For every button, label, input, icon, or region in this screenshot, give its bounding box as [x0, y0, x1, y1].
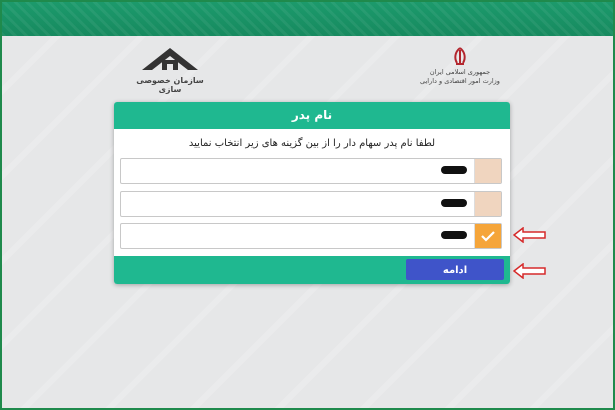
checkmark-icon	[481, 231, 495, 242]
org-name: سازمان خصوصی سازی	[136, 76, 204, 94]
option-2[interactable]	[120, 191, 502, 217]
option-1-checkbox[interactable]	[474, 159, 501, 183]
card-title: نام پدر	[114, 102, 510, 129]
option-2-checkbox[interactable]	[474, 192, 501, 216]
privatization-org-logo: سازمان خصوصی سازی	[130, 46, 210, 94]
ministry-line-2: وزارت امور اقتصادی و دارایی	[420, 77, 500, 85]
option-1[interactable]	[120, 158, 502, 184]
iran-emblem-icon	[454, 47, 466, 65]
option-3-redacted-label	[441, 231, 467, 239]
organization-emblem-icon	[142, 48, 198, 70]
option-3-checkbox[interactable]	[474, 224, 501, 248]
option-1-redacted-label	[441, 166, 467, 174]
top-banner	[2, 2, 613, 36]
continue-button[interactable]: ادامه	[406, 259, 504, 280]
card-footer: ادامه	[114, 256, 510, 284]
instruction-text: لطفا نام پدر سهام دار را از بین گزینه ها…	[188, 138, 436, 149]
arrow-left-icon	[513, 263, 546, 279]
ministry-logo: جمهوری اسلامی ایران وزارت امور اقتصادی و…	[420, 46, 500, 86]
option-2-redacted-label	[441, 199, 467, 207]
ministry-line-1: جمهوری اسلامی ایران	[429, 68, 491, 76]
option-3[interactable]	[120, 223, 502, 249]
arrow-left-icon	[513, 227, 546, 243]
father-name-card: نام پدر لطفا نام پدر سهام دار را از بین …	[114, 102, 510, 284]
